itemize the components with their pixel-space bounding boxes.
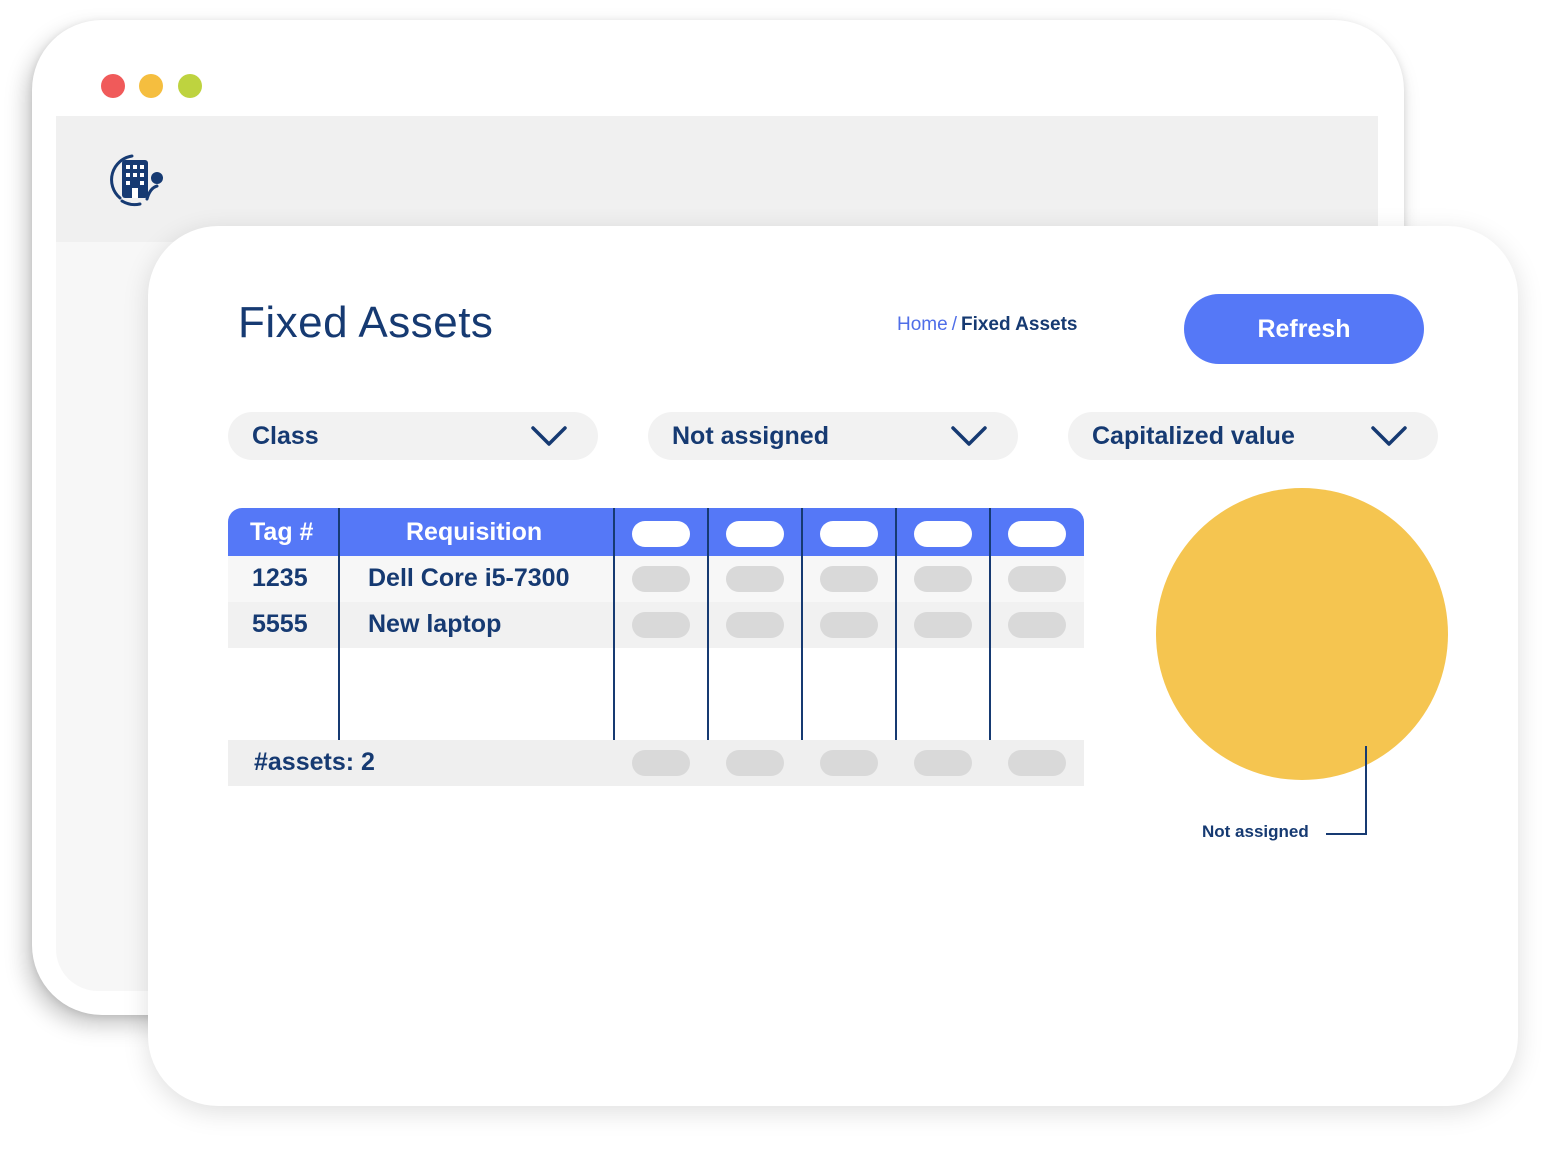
column-header-placeholder[interactable] <box>820 521 878 547</box>
cell-placeholder <box>1008 566 1066 592</box>
column-divider <box>801 508 803 740</box>
assignment-filter-dropdown[interactable]: Not assigned <box>648 412 1018 460</box>
cell-placeholder <box>914 566 972 592</box>
footer-placeholder <box>914 750 972 776</box>
column-divider <box>895 508 897 740</box>
breadcrumb-current: Fixed Assets <box>960 314 1078 335</box>
column-divider <box>338 508 340 740</box>
pie-slice <box>1156 488 1448 780</box>
column-header-placeholder[interactable] <box>914 521 972 547</box>
building-icon[interactable] <box>110 152 166 208</box>
chevron-down-icon <box>1371 426 1407 446</box>
column-divider <box>613 508 615 740</box>
table-footer: #assets: 2 <box>228 740 1084 786</box>
refresh-button[interactable]: Refresh <box>1184 294 1424 364</box>
column-header-placeholder[interactable] <box>632 521 690 547</box>
breadcrumb-separator: / <box>951 314 957 335</box>
cell-tag: 5555 <box>252 610 308 638</box>
dropdown-label: Not assigned <box>672 422 829 450</box>
pie-legend-label: Not assigned <box>1202 822 1309 841</box>
column-header-placeholder[interactable] <box>726 521 784 547</box>
minimize-window-dot[interactable] <box>139 74 163 98</box>
breadcrumb: Home / Fixed Assets <box>897 314 1077 336</box>
background-window-header <box>56 116 1378 242</box>
cell-requisition: Dell Core i5-7300 <box>368 564 570 592</box>
table-row[interactable]: 1235 Dell Core i5-7300 <box>228 556 1084 602</box>
dropdown-label: Capitalized value <box>1092 422 1295 450</box>
footer-placeholder <box>1008 750 1066 776</box>
footer-placeholder <box>632 750 690 776</box>
page-title: Fixed Assets <box>238 298 494 347</box>
footer-placeholder <box>820 750 878 776</box>
footer-placeholder <box>726 750 784 776</box>
column-divider <box>707 508 709 740</box>
value-filter-dropdown[interactable]: Capitalized value <box>1068 412 1438 460</box>
close-window-dot[interactable] <box>101 74 125 98</box>
cell-requisition: New laptop <box>368 610 502 638</box>
asset-count: #assets: 2 <box>254 748 375 776</box>
column-divider <box>989 508 991 740</box>
pie-chart <box>1156 488 1448 835</box>
chevron-down-icon <box>531 426 567 446</box>
cell-tag: 1235 <box>252 564 308 592</box>
fixed-assets-panel: Fixed Assets Home / Fixed Assets Refresh C… <box>148 226 1518 1106</box>
column-header-requisition[interactable]: Requisition <box>406 518 542 547</box>
breadcrumb-home-link[interactable]: Home <box>897 314 948 335</box>
table-row[interactable]: 5555 New laptop <box>228 602 1084 648</box>
cell-placeholder <box>726 566 784 592</box>
cell-placeholder <box>726 612 784 638</box>
dropdown-label: Class <box>252 422 319 450</box>
asset-assignment-chart: Not assigned <box>1148 488 1468 858</box>
table-header: Tag # Requisition <box>228 508 1084 556</box>
column-header-placeholder[interactable] <box>1008 521 1066 547</box>
cell-placeholder <box>820 612 878 638</box>
cell-placeholder <box>632 612 690 638</box>
cell-placeholder <box>632 566 690 592</box>
chevron-down-icon <box>951 426 987 446</box>
assets-table: Tag # Requisition 1235 Dell Core i5-7300… <box>228 508 1084 786</box>
maximize-window-dot[interactable] <box>178 74 202 98</box>
cell-placeholder <box>914 612 972 638</box>
cell-placeholder <box>1008 612 1066 638</box>
column-header-tag[interactable]: Tag # <box>250 518 313 547</box>
cell-placeholder <box>820 566 878 592</box>
class-filter-dropdown[interactable]: Class <box>228 412 598 460</box>
